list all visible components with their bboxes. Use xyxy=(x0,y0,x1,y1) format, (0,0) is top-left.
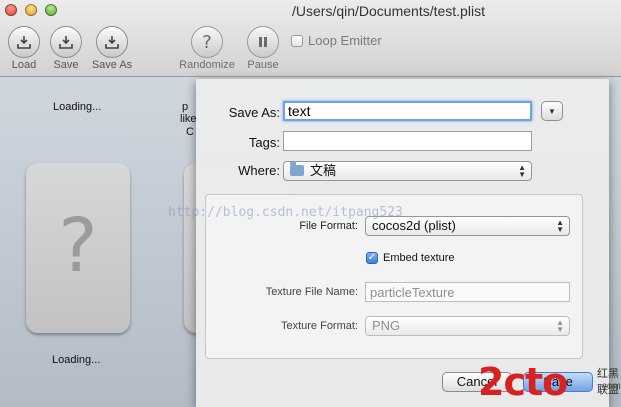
where-field-label: Where: xyxy=(238,163,280,178)
question-mark-icon: ? xyxy=(202,31,212,53)
pause-button[interactable]: Pause xyxy=(235,26,291,71)
loop-emitter-option[interactable]: Loop Emitter xyxy=(291,33,382,48)
loop-emitter-checkbox[interactable] xyxy=(291,34,303,47)
embed-texture-label: Embed texture xyxy=(383,252,455,264)
checkmark-icon[interactable]: ✓ xyxy=(366,252,378,264)
site-logo-watermark: 2cto 红黑联盟 .com xyxy=(478,360,621,407)
loading-label-bottom: Loading... xyxy=(52,354,101,366)
minimize-window-button[interactable] xyxy=(25,4,37,16)
randomize-label: Randomize xyxy=(179,59,235,71)
save-as-label: Save As xyxy=(91,59,133,71)
peek-text-2: like xyxy=(180,113,197,125)
texture-format-select[interactable]: PNG ▲ ▼ xyxy=(365,316,570,336)
updown-arrows-icon: ▲ ▼ xyxy=(556,318,564,334)
where-value: 文稿 xyxy=(310,163,337,178)
pause-icon xyxy=(259,37,267,47)
save-as-button[interactable]: Save As xyxy=(84,26,140,71)
texture-format-value: PNG xyxy=(372,318,401,333)
close-window-button[interactable] xyxy=(5,4,17,16)
zoom-window-button[interactable] xyxy=(45,4,57,16)
window-toolbar: /Users/qin/Documents/test.plist Load Sav… xyxy=(0,0,621,77)
randomize-button[interactable]: ? Randomize xyxy=(178,26,236,71)
window-title: /Users/qin/Documents/test.plist xyxy=(292,3,485,19)
updown-arrows-icon: ▲ ▼ xyxy=(556,218,564,234)
peek-text-1: p xyxy=(182,101,189,113)
texture-file-name-label: Texture File Name: xyxy=(265,286,358,298)
peek-text-3: C xyxy=(186,126,194,138)
loop-emitter-label: Loop Emitter xyxy=(308,33,382,48)
embed-texture-option[interactable]: ✓ Embed texture xyxy=(366,252,455,264)
tags-input[interactable] xyxy=(283,131,532,151)
loading-label-top: Loading... xyxy=(53,101,102,113)
save-as-input[interactable] xyxy=(283,101,532,121)
updown-arrows-icon: ▲ ▼ xyxy=(518,163,526,179)
save-icon xyxy=(59,36,73,49)
tags-field-label: Tags: xyxy=(248,135,280,150)
texture-format-label: Texture Format: xyxy=(280,320,358,332)
save-sheet: Save As: ▼ Tags: Where: 文稿 ▲▼ File Forma… xyxy=(196,79,609,407)
where-select[interactable]: 文稿 ▲ ▼ xyxy=(283,161,532,181)
load-icon xyxy=(17,36,31,49)
folder-icon xyxy=(290,162,304,176)
save-as-field-label: Save As: xyxy=(228,105,280,120)
pause-label: Pause xyxy=(247,59,279,71)
logo-sub-text: .com xyxy=(599,381,621,392)
texture-file-name-input[interactable] xyxy=(365,282,570,302)
save-as-icon xyxy=(105,36,119,49)
question-mark-icon: ? xyxy=(58,203,98,289)
particle-cell[interactable]: ? xyxy=(26,163,130,333)
url-watermark: http://blog.csdn.net/itpang523 xyxy=(168,205,403,220)
chevron-down-icon: ▼ xyxy=(548,106,556,116)
file-format-value: cocos2d (plist) xyxy=(372,218,456,233)
expand-dialog-button[interactable]: ▼ xyxy=(541,101,563,121)
logo-main-text: 2cto xyxy=(478,360,568,404)
file-format-label: File Format: xyxy=(299,220,358,232)
